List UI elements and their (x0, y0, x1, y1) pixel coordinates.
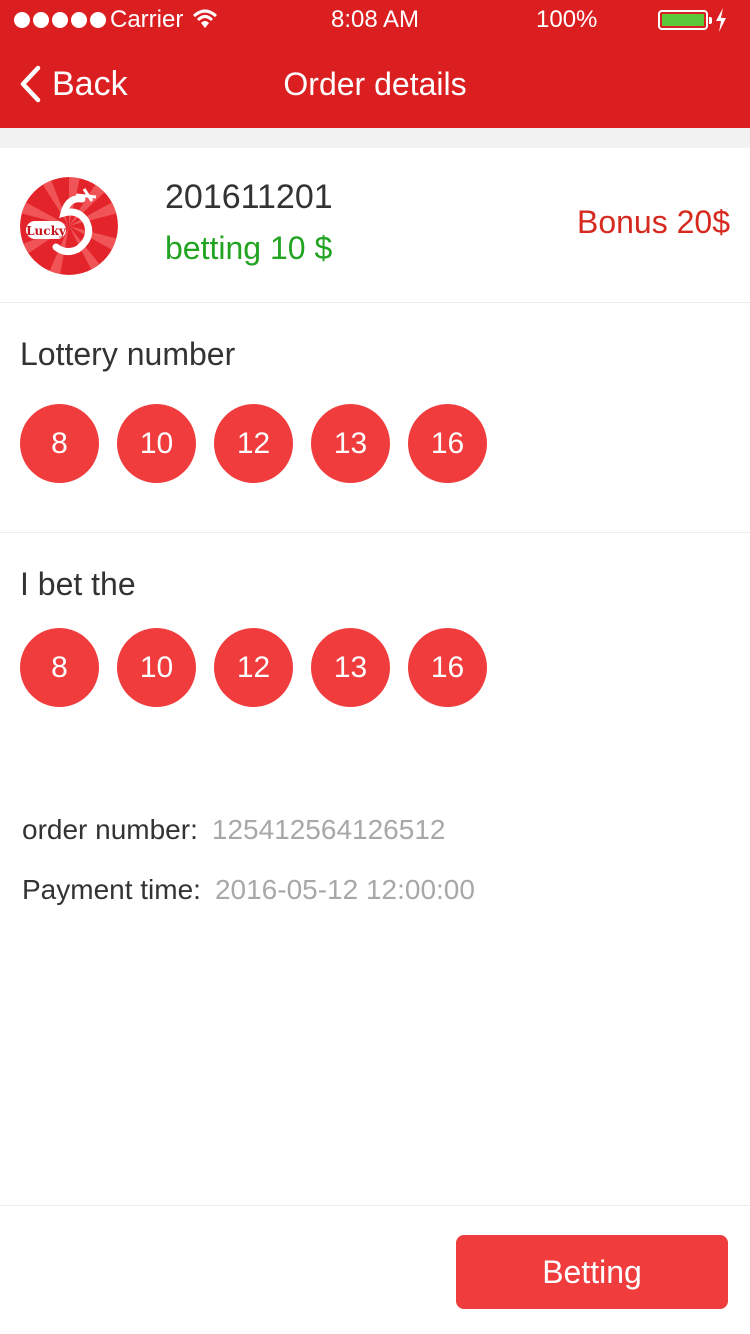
order-number-value: 125412564126512 (211, 814, 446, 845)
number-ball: 12 (214, 628, 293, 707)
number-ball: 10 (117, 628, 196, 707)
order-details-screen: Carrier 8:08 AM 100% Back Order details … (0, 0, 750, 1334)
status-bar: Carrier 8:08 AM 100% (0, 0, 750, 40)
payment-time-row: Payment time: 2016-05-12 12:00:00 (22, 874, 475, 906)
lottery-number-balls: 8 10 12 13 16 (20, 404, 487, 483)
section-title: Lottery number (20, 336, 236, 372)
battery-icon (658, 10, 712, 30)
number-ball: 8 (20, 628, 99, 707)
number-ball: 10 (117, 404, 196, 483)
order-number-label: order number: (22, 814, 198, 845)
section-title: I bet the (20, 566, 136, 602)
betting-button[interactable]: Betting (456, 1235, 728, 1309)
lottery-number-section: Lottery number 8 10 12 13 16 (0, 303, 750, 533)
svg-text:Lucky: Lucky (26, 224, 67, 238)
payment-time-label: Payment time: (22, 874, 201, 905)
betting-amount: betting 10 $ (165, 230, 333, 266)
number-ball: 16 (408, 404, 487, 483)
order-number-row: order number: 125412564126512 (22, 814, 445, 846)
order-summary: Lucky 201611201 betting 10 $ Bonus 20$ (0, 148, 750, 303)
navigation-bar: Back Order details (0, 40, 750, 128)
my-bet-section: I bet the 8 10 12 13 16 (0, 534, 750, 734)
clock: 8:08 AM (330, 6, 420, 33)
number-ball: 8 (20, 404, 99, 483)
bet-number-balls: 8 10 12 13 16 (20, 628, 487, 707)
footer-bar: Betting (0, 1205, 750, 1334)
charging-bolt-icon (716, 8, 726, 32)
number-ball: 13 (311, 404, 390, 483)
page-title: Order details (283, 66, 467, 102)
number-ball: 16 (408, 628, 487, 707)
payment-time-value: 2016-05-12 12:00:00 (214, 874, 475, 905)
battery-percent: 100% (536, 6, 598, 33)
issue-number: 201611201 (165, 178, 333, 216)
bonus-amount: Bonus 20$ (576, 204, 730, 240)
header: Carrier 8:08 AM 100% Back Order details (0, 0, 750, 128)
lucky-logo: Lucky (20, 177, 118, 275)
number-ball: 12 (214, 404, 293, 483)
section-divider (0, 128, 750, 148)
number-ball: 13 (311, 628, 390, 707)
